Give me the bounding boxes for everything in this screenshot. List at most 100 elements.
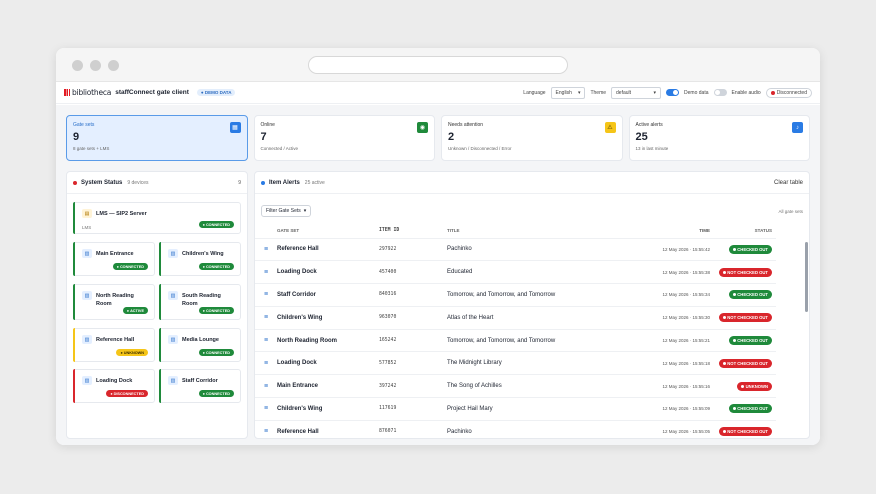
item-alerts-panel: Item Alerts 25 active Clear table Filter… — [254, 171, 810, 439]
enable-audio-toggle[interactable] — [713, 89, 727, 96]
status-badge: UNKNOWN — [737, 381, 772, 391]
warning-icon: ⚠ — [604, 122, 616, 133]
chevron-down-icon: ▾ — [303, 208, 307, 214]
theme-value: default — [616, 89, 632, 96]
device-card-childrens-wing[interactable]: ▥ Children's Wing ● CONNECTED — [159, 242, 241, 276]
cell-title: Tomorrow, and Tomorrow, and Tomorrow — [447, 329, 662, 353]
cell-time: 12 May 2026 · 15:55:18 — [662, 351, 712, 376]
menu-lines-icon[interactable]: ≡ — [255, 306, 277, 330]
cell-time: 12 May 2026 · 15:55:34 — [662, 283, 712, 307]
device-card-south-reading-room[interactable]: ▥ South Reading Room ● CONNECTED — [159, 284, 241, 320]
cell-title: Project Hail Mary — [447, 397, 662, 421]
status-badge: ● CONNECTED — [198, 390, 234, 397]
table-row[interactable]: ≡ Loading Dock 457400 Educated 12 May 2026 ·… — [255, 260, 776, 285]
device-card-reference-hall[interactable]: ▥ Reference Hall ● UNKNOWN — [73, 328, 155, 362]
language-select[interactable]: English ▾ — [550, 86, 586, 99]
table-row[interactable]: ≡ Children's Wing 117619 Project Hail Mary 1… — [255, 397, 776, 421]
stat-card-needs-attention[interactable]: Needs attention 2 Unknown / Disconnected… — [441, 115, 623, 161]
menu-lines-icon[interactable]: ≡ — [255, 397, 277, 421]
table-row[interactable]: ≡ Reference Hall 297922 Pachinko 12 May 2026… — [255, 238, 776, 262]
device-card-media-lounge[interactable]: ▥ Media Lounge ● CONNECTED — [159, 328, 241, 362]
status-badge: NOT CHECKED OUT — [718, 358, 772, 368]
browser-window: bibliotheca staffConnect gate client ● D… — [56, 48, 820, 445]
browser-chrome — [56, 48, 820, 82]
cell-item-id: 876071 — [379, 420, 447, 438]
gate-icon: ▥ — [168, 249, 178, 258]
cell-item-id: 577852 — [379, 351, 447, 376]
cell-gate-set: Reference Hall — [277, 238, 379, 262]
brand-logo: bibliotheca — [64, 88, 111, 97]
menu-lines-icon[interactable]: ≡ — [255, 283, 277, 307]
cell-status: NOT CHECKED OUT — [712, 306, 776, 330]
menu-lines-icon[interactable]: ≡ — [255, 260, 277, 285]
column-gate-set[interactable]: GATE SET — [277, 224, 379, 239]
status-badge: CHECKED OUT — [728, 244, 772, 254]
cell-gate-set: Children's Wing — [277, 397, 379, 421]
menu-lines-icon[interactable]: ≡ — [255, 351, 277, 376]
device-card-loading-dock[interactable]: ▥ Loading Dock ● DISCONNECTED — [73, 369, 155, 403]
stat-card-gate-sets[interactable]: Gate sets 9 8 gate sets + LMS ▦ — [66, 115, 248, 161]
status-badge: NOT CHECKED OUT — [718, 313, 772, 323]
logo-text: bibliotheca — [72, 88, 112, 97]
device-card-main-entrance[interactable]: ▥ Main Entrance ● CONNECTED — [73, 242, 155, 276]
table-scrollbar[interactable] — [805, 242, 808, 312]
table-row[interactable]: ≡ North Reading Room 165242 Tomorrow, and T… — [255, 329, 776, 353]
filter-gate-sets-button[interactable]: Filter Gate Sets ▾ — [261, 205, 312, 217]
table-row[interactable]: ≡ Reference Hall 876071 Pachinko 12 May 2026… — [255, 420, 776, 438]
bell-icon: ♪ — [792, 122, 803, 133]
column-item-id[interactable]: ITEM ID — [379, 224, 447, 239]
device-card-lms[interactable]: ▤ LMS — SIP2 Server LMS ● CONNECTED — [73, 202, 241, 234]
stat-card-active-alerts[interactable]: Active alerts 25 13 in last minute ♪ — [628, 115, 810, 161]
column-status[interactable]: STATUS — [712, 224, 776, 239]
menu-lines-icon[interactable]: ≡ — [255, 238, 277, 262]
address-bar[interactable] — [308, 56, 568, 74]
cell-time: 12 May 2026 · 15:55:21 — [662, 329, 712, 353]
menu-lines-icon[interactable]: ≡ — [255, 374, 277, 399]
menu-lines-icon[interactable]: ≡ — [255, 329, 277, 353]
table-row[interactable]: ≡ Main Entrance 397242 The Song of Achilles… — [255, 374, 776, 399]
window-dot-maximize[interactable] — [108, 60, 119, 71]
app-title: staffConnect gate client — [115, 89, 189, 96]
device-card-north-reading-room[interactable]: ▥ North Reading Room ● ACTIVE — [73, 284, 155, 320]
status-badge: ● ACTIVE — [122, 307, 148, 314]
cell-time: 12 May 2026 · 15:55:09 — [662, 397, 712, 421]
status-badge: CHECKED OUT — [728, 404, 772, 414]
theme-label: Theme — [590, 89, 607, 96]
table-row[interactable]: ≡ Staff Corridor 840316 Tomorrow, and Tomor… — [255, 283, 776, 307]
cell-status: CHECKED OUT — [712, 238, 776, 262]
cell-item-id: 840316 — [379, 283, 447, 307]
connection-status-badge: Disconnected — [765, 87, 812, 98]
active-count-label: 25 active — [304, 179, 325, 186]
gate-icon: ▥ — [82, 335, 92, 344]
language-value: English — [555, 89, 572, 96]
cell-time: 12 May 2026 · 15:55:30 — [662, 306, 712, 330]
menu-lines-icon[interactable]: ≡ — [255, 420, 277, 438]
cell-gate-set: Reference Hall — [277, 420, 379, 438]
window-dot-minimize[interactable] — [90, 60, 101, 71]
clear-table-button[interactable]: Clear table — [774, 180, 803, 186]
all-gate-sets-label: All gate sets — [778, 208, 803, 214]
table-row[interactable]: ≡ Loading Dock 577852 The Midnight Library 1… — [255, 351, 776, 376]
table-row[interactable]: ≡ Children's Wing 963070 Atlas of the Heart… — [255, 306, 776, 330]
alerts-table: GATE SET ITEM ID TITLE TIME STATUS ≡ Refe… — [255, 224, 776, 438]
cell-item-id: 165242 — [379, 329, 447, 353]
demo-data-toggle[interactable] — [666, 89, 680, 96]
cell-gate-set: Loading Dock — [277, 260, 379, 285]
app-header: bibliotheca staffConnect gate client ● D… — [56, 82, 820, 104]
column-time[interactable]: TIME — [662, 224, 712, 239]
status-badge: CHECKED OUT — [728, 336, 772, 346]
status-badge: NOT CHECKED OUT — [718, 267, 772, 277]
column-title[interactable]: TITLE — [447, 224, 662, 239]
dashboard-main: Gate sets 9 8 gate sets + LMS ▦ Online 7… — [56, 105, 820, 445]
enable-audio-label: Enable audio — [731, 89, 761, 96]
devices-count-label: 9 devices — [127, 179, 149, 186]
cell-item-id: 457400 — [379, 260, 447, 285]
stat-card-online[interactable]: Online 7 Connected / Active ◉ — [253, 115, 435, 161]
demo-data-label: Demo data — [684, 89, 709, 96]
window-dot-close[interactable] — [72, 60, 83, 71]
status-badge: ● UNKNOWN — [116, 349, 148, 356]
theme-select[interactable]: default ▾ — [611, 86, 662, 99]
cell-gate-set: North Reading Room — [277, 329, 379, 353]
cell-title: The Midnight Library — [447, 351, 662, 376]
device-card-staff-corridor[interactable]: ▥ Staff Corridor ● CONNECTED — [159, 369, 241, 403]
